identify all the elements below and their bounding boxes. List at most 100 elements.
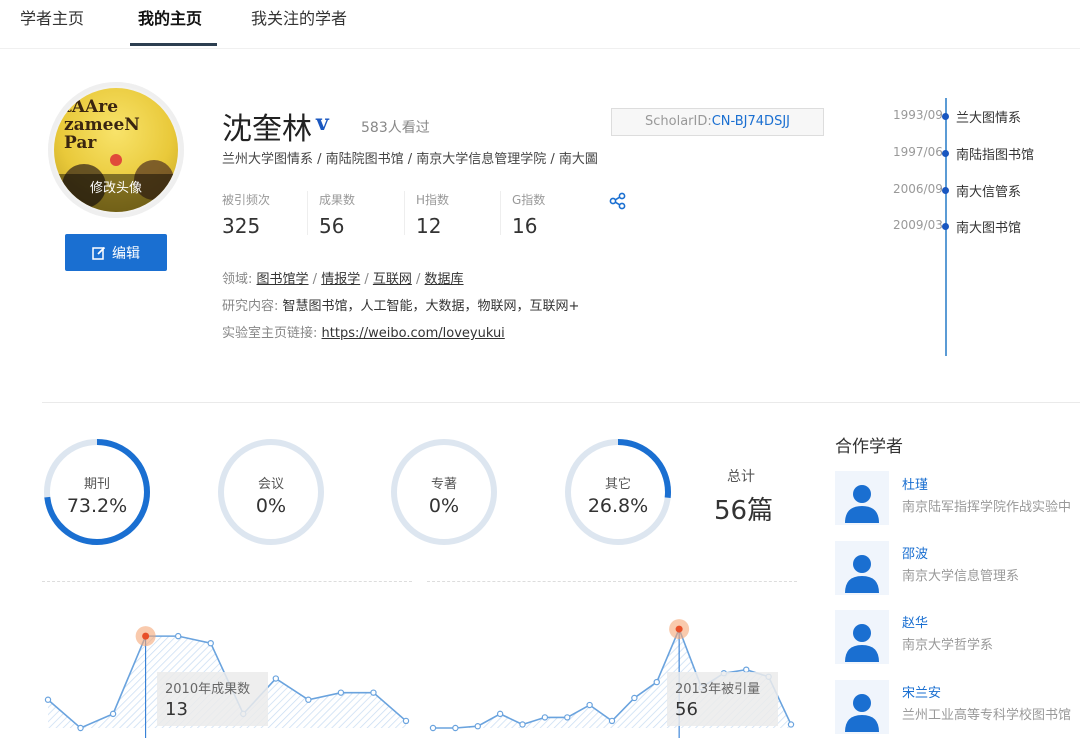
ring-value: 0% — [428, 495, 460, 517]
chart-point[interactable] — [564, 714, 571, 721]
metric-h-index: H指数 12 — [416, 191, 449, 238]
coauthor-avatar[interactable] — [835, 680, 889, 734]
metric-divider — [404, 191, 405, 235]
lab-label: 实验室主页链接: — [222, 326, 318, 341]
tab-scholar-home[interactable]: 学者主页 — [20, 5, 84, 29]
metric-divider — [307, 191, 308, 235]
chart-point[interactable] — [496, 710, 504, 718]
coauthor-name[interactable]: 邵波 — [902, 543, 928, 562]
metric-value: 56 — [319, 214, 345, 238]
ring-track — [218, 439, 324, 545]
share-icon[interactable] — [609, 192, 627, 210]
metric-label: 被引频次 — [222, 193, 271, 207]
timeline-date: 1997/06 — [893, 145, 943, 159]
chart-point[interactable] — [174, 632, 182, 640]
coauthor-avatar[interactable] — [835, 471, 889, 525]
chart-point[interactable] — [305, 696, 312, 703]
timeline-date: 1993/09 — [893, 108, 943, 122]
avatar[interactable]: tAAre zameeN Par 修改头像 — [48, 82, 184, 218]
scholar-name: 沈奎林 — [222, 112, 312, 147]
coauthors-title: 合作学者 — [835, 437, 903, 457]
user-icon — [845, 624, 879, 662]
tab-my-home[interactable]: 我的主页 — [138, 5, 202, 29]
ring-conference — [218, 439, 324, 545]
field-label: 领域: — [222, 272, 253, 287]
chart-point[interactable] — [541, 714, 549, 721]
chart-point[interactable] — [586, 701, 593, 709]
ring-label: 其它 — [604, 477, 631, 492]
user-icon — [845, 485, 879, 523]
chart-point[interactable] — [653, 678, 660, 686]
field-link[interactable]: 互联网 — [373, 272, 412, 287]
chart-point[interactable] — [402, 717, 410, 725]
verified-icon: v — [316, 110, 329, 136]
scholar-id-badge: ScholarID:CN-BJ74DSJJ — [611, 108, 824, 136]
chart-point[interactable] — [370, 689, 377, 696]
chart-point[interactable] — [207, 640, 214, 647]
chart-point[interactable] — [631, 694, 638, 702]
ring-other — [565, 439, 671, 545]
output-tooltip: 2010年成果数 13 — [157, 672, 268, 726]
chart-point[interactable] — [272, 675, 280, 682]
tooltip-value: 13 — [165, 699, 188, 720]
lab-link[interactable]: https://weibo.com/loveyukui — [322, 326, 505, 341]
metric-value: 325 — [222, 214, 261, 238]
ring-track — [391, 439, 497, 545]
timeline-label: 兰大图情系 — [956, 111, 1022, 126]
ring-label: 会议 — [257, 477, 284, 492]
metric-divider — [500, 191, 501, 235]
view-count: 583人看过 — [361, 120, 430, 136]
ring-label: 专著 — [430, 477, 457, 492]
ring-journal — [44, 439, 150, 545]
field-link[interactable]: 数据库 — [425, 272, 464, 287]
top-nav: 学者主页 我的主页 我关注的学者 — [0, 0, 1080, 49]
chart-divider — [427, 581, 797, 582]
chart-point[interactable] — [519, 721, 526, 728]
chart-point[interactable] — [109, 710, 117, 718]
tooltip-value: 56 — [675, 699, 698, 720]
chart-point[interactable] — [77, 724, 84, 732]
chart-point[interactable] — [142, 632, 150, 640]
metric-outputs: 成果数 56 — [319, 191, 355, 238]
chart-point[interactable] — [675, 625, 683, 633]
chart-point[interactable] — [474, 723, 481, 730]
affiliation-line: 兰州大学图情系 / 南陆院图书馆 / 南京大学信息管理学院 / 南大圖 — [222, 152, 598, 167]
ring-label: 期刊 — [83, 477, 110, 492]
ring-value: 73.2% — [66, 495, 128, 517]
metric-value: 16 — [512, 214, 538, 238]
chart-point[interactable] — [429, 724, 437, 732]
field-link[interactable]: 情报学 — [321, 272, 360, 287]
timeline-label: 南大信管系 — [956, 185, 1022, 200]
research-value: 智慧图书馆，人工智能，大数据，物联网，互联网+ — [282, 299, 580, 314]
metric-citations: 被引频次 325 — [222, 191, 270, 238]
timeline-dot — [942, 187, 949, 194]
chart-point[interactable] — [44, 696, 52, 703]
timeline-label: 南陆指图书馆 — [956, 148, 1035, 163]
edit-icon — [92, 246, 106, 260]
chart-point[interactable] — [608, 717, 616, 725]
chart-point[interactable] — [452, 724, 459, 732]
coauthor-avatar[interactable] — [835, 541, 889, 595]
tab-followed-scholars[interactable]: 我关注的学者 — [251, 5, 347, 29]
metric-g-index: G指数 16 — [512, 191, 545, 238]
scholar-id-value[interactable]: CN-BJ74DSJJ — [712, 114, 790, 129]
metric-value: 12 — [416, 214, 442, 238]
coauthor-affiliation: 南京大学哲学系 — [902, 638, 994, 653]
coauthor-name[interactable]: 宋兰安 — [902, 682, 941, 701]
metric-label: 成果数 — [319, 193, 356, 207]
poster-text: tAAre zameeN Par — [64, 97, 140, 153]
tooltip-title: 2013年被引量 — [675, 682, 761, 697]
avatar-caption[interactable]: 修改头像 — [54, 174, 178, 212]
field-link[interactable]: 图书馆学 — [257, 272, 309, 287]
coauthor-name[interactable]: 杜瑾 — [902, 474, 928, 493]
ring-value: 0% — [255, 495, 287, 517]
edit-button[interactable]: 编辑 — [65, 234, 167, 271]
coauthor-affiliation: 南京陆军指挥学院作战实验中 — [902, 500, 1072, 515]
field-line: 领域: 图书馆学 / 情报学 / 互联网 / 数据库 — [222, 272, 464, 287]
chart-point[interactable] — [787, 721, 795, 728]
coauthor-avatar[interactable] — [835, 610, 889, 664]
user-icon — [845, 555, 879, 593]
avatar-image: tAAre zameeN Par 修改头像 — [54, 88, 178, 212]
chart-point[interactable] — [337, 689, 345, 696]
coauthor-name[interactable]: 赵华 — [902, 612, 928, 631]
